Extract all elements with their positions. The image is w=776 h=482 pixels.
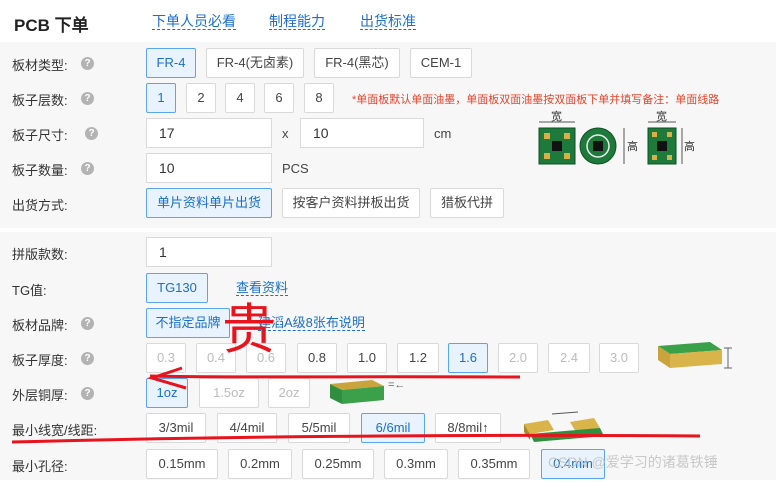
row-copper: 外层铜厚: ? 1oz 1.5oz 2oz [0,375,776,411]
option-thickness-3-0[interactable]: 3.0 [599,343,639,373]
option-trace-8mil[interactable]: 8/8mil↑ [435,413,501,443]
help-icon[interactable]: ? [81,352,94,365]
option-thickness-2-0[interactable]: 2.0 [498,343,538,373]
link-brand-explanation[interactable]: 建滔A级8张布说明 [258,315,365,331]
option-thickness-0-3[interactable]: 0.3 [146,343,186,373]
quantity-input[interactable]: 10 [146,153,272,183]
link-ordering-guide[interactable]: 下单人员必看 [152,13,236,30]
help-icon[interactable]: ? [81,92,94,105]
size-label: 板子尺寸: [12,128,68,143]
help-icon[interactable]: ? [85,127,98,140]
row-tg: TG值: TG130 查看资料 [0,270,776,306]
link-process-capability[interactable]: 制程能力 [269,13,325,30]
option-thickness-0-6[interactable]: 0.6 [246,343,286,373]
header: PCB 下单 下单人员必看 制程能力 出货标准 [0,0,776,42]
help-icon[interactable]: ? [81,162,94,175]
option-trace-5mil[interactable]: 5/5mil [288,413,350,443]
option-thickness-1-0[interactable]: 1.0 [347,343,387,373]
row-panel-count: 拼版款数: 1 [0,234,776,270]
panel-count-input[interactable]: 1 [146,237,272,267]
layers-note: *单面板默认单面油墨，单面板双面油墨按双面板下单并填写备注：单面线路 [352,94,720,106]
option-copper-1oz[interactable]: 1oz [146,378,188,408]
link-view-material[interactable]: 查看资料 [236,280,289,296]
quantity-label: 板子数量: [12,163,68,178]
option-layers-2[interactable]: 2 [186,83,216,113]
option-tg130[interactable]: TG130 [146,273,208,303]
option-copper-2oz[interactable]: 2oz [268,378,310,408]
page-title: PCB 下单 [14,16,89,35]
width-input[interactable]: 17 [146,118,272,148]
option-hole-0-25[interactable]: 0.25mm [302,449,374,479]
tg-label: TG值: [12,283,47,298]
option-layers-4[interactable]: 4 [225,83,255,113]
option-fr4-black-core[interactable]: FR-4(黑芯) [314,48,400,78]
option-hole-0-2[interactable]: 0.2mm [228,449,292,479]
option-cem1[interactable]: CEM-1 [410,48,472,78]
option-layers-8[interactable]: 8 [304,83,334,113]
height-input[interactable]: 10 [300,118,424,148]
option-layers-1[interactable]: 1 [146,83,176,113]
option-layers-6[interactable]: 6 [264,83,294,113]
quantity-unit: PCS [282,161,309,176]
link-shipping-standard[interactable]: 出货标准 [360,13,416,30]
trace-label: 最小线宽/线距: [12,423,98,438]
option-trace-3mil[interactable]: 3/3mil [146,413,206,443]
option-ship-factory-panel[interactable]: 猎板代拼 [430,188,504,218]
option-hole-0-35[interactable]: 0.35mm [458,449,530,479]
option-thickness-0-4[interactable]: 0.4 [196,343,236,373]
option-thickness-2-4[interactable]: 2.4 [548,343,590,373]
help-icon[interactable]: ? [81,57,94,70]
option-brand-unspecified[interactable]: 不指定品牌 [146,308,230,338]
option-thickness-1-2[interactable]: 1.2 [397,343,439,373]
shipping-label: 出货方式: [12,198,68,213]
copper-label: 外层铜厚: [12,388,68,403]
row-material: 板材类型: ? FR-4 FR-4(无卤素) FR-4(黑芯) CEM-1 [0,45,776,81]
row-shipping: 出货方式: 单片资料单片出货 按客户资料拼板出货 猎板代拼 [0,185,776,221]
row-size: 板子尺寸: ? 17 x 10 cm [0,115,776,151]
option-thickness-1-6[interactable]: 1.6 [448,343,488,373]
row-thickness: 板子厚度: ? 0.3 0.4 0.6 0.8 1.0 1.2 1.6 2.0 … [0,340,776,376]
option-ship-single[interactable]: 单片资料单片出货 [146,188,272,218]
hole-label: 最小孔径: [12,459,68,474]
option-trace-4mil[interactable]: 4/4mil [217,413,277,443]
row-trace: 最小线宽/线距: 3/3mil 4/4mil 5/5mil 6/6mil 8/8… [0,410,776,446]
option-fr4-halogen-free[interactable]: FR-4(无卤素) [206,48,304,78]
thickness-label: 板子厚度: [12,353,68,368]
size-separator: x [282,126,289,141]
option-thickness-0-8[interactable]: 0.8 [297,343,337,373]
option-copper-1-5oz[interactable]: 1.5oz [199,378,259,408]
row-brand: 板材品牌: ? 不指定品牌 建滔A级8张布说明 [0,305,776,341]
panel-count-label: 拼版款数: [12,247,68,262]
help-icon[interactable]: ? [81,317,94,330]
option-hole-0-15[interactable]: 0.15mm [146,449,218,479]
watermark: CSDN @爱学习的诸葛铁锤 [548,454,718,470]
brand-label: 板材品牌: [12,318,68,333]
size-unit: cm [434,126,452,141]
option-hole-0-3[interactable]: 0.3mm [384,449,448,479]
row-layers: 板子层数: ? 1 2 4 6 8 *单面板默认单面油墨，单面板双面油墨按双面板… [0,80,776,116]
material-label: 板材类型: [12,58,68,73]
option-trace-6mil[interactable]: 6/6mil [361,413,425,443]
layers-label: 板子层数: [12,93,68,108]
row-quantity: 板子数量: ? 10 PCS [0,150,776,186]
option-ship-customer-panel[interactable]: 按客户资料拼板出货 [282,188,420,218]
help-icon[interactable]: ? [81,387,94,400]
option-fr4[interactable]: FR-4 [146,48,196,78]
